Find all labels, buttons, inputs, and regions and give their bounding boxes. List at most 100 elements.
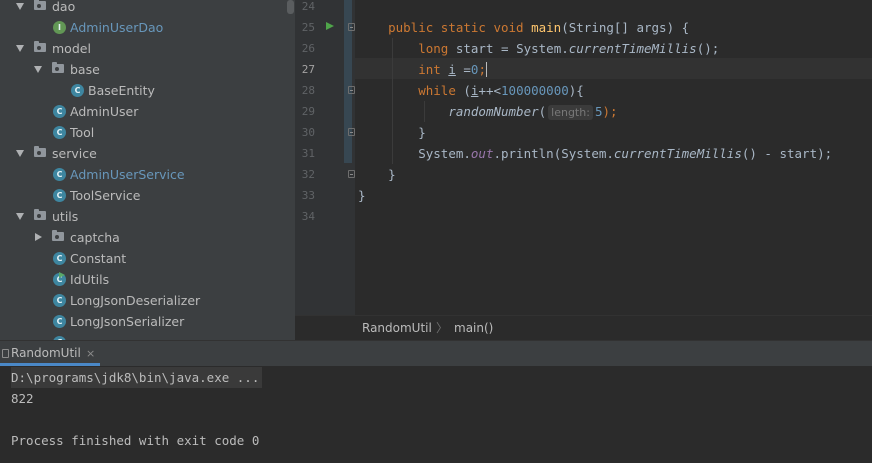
class-icon: C <box>53 126 66 139</box>
chevron-down-icon[interactable] <box>34 66 42 73</box>
console-output-line: 822 <box>11 391 34 406</box>
code-token: } <box>418 125 426 140</box>
code-line-25[interactable]: public static void main(String[] args) { <box>358 17 689 38</box>
tree-item-label: BaseEntity <box>88 83 155 98</box>
line-number: 29 <box>301 105 315 118</box>
tree-item-label: ToolService <box>70 188 141 203</box>
code-token: randomNumber <box>448 104 539 119</box>
breadcrumb-separator: 〉 <box>436 321 449 335</box>
fold-toggle-icon[interactable] <box>348 23 355 31</box>
console-exit-line: Process finished with exit code 0 <box>11 433 260 448</box>
code-token: ( <box>538 104 547 119</box>
scrollbar-thumb[interactable] <box>287 0 294 14</box>
tree-item-toolservice[interactable]: C ToolService <box>0 185 285 206</box>
tree-item-label: utils <box>52 209 79 224</box>
code-token: ; <box>478 62 486 77</box>
code-token: public static void <box>388 20 532 35</box>
code-token: .println(System. <box>493 146 614 161</box>
chevron-down-icon[interactable] <box>16 150 24 157</box>
folder-icon <box>34 209 46 220</box>
tree-item-label: Tool <box>70 125 95 140</box>
tree-item-label: AdminUser <box>70 104 139 119</box>
tree-item-label: dao <box>52 0 76 14</box>
code-line-31[interactable]: System.out.println(System.currentTimeMil… <box>358 143 832 164</box>
tree-item-adminuserservice[interactable]: C AdminUserService <box>0 164 285 185</box>
console-command-line[interactable]: D:\programs\jdk8\bin\java.exe ... <box>11 367 263 388</box>
code-token: 100000000 <box>501 83 569 98</box>
code-token: long <box>418 41 456 56</box>
line-number: 32 <box>301 168 315 181</box>
code-line-27[interactable]: int i =0; <box>358 59 487 80</box>
code-token: } <box>388 167 396 182</box>
line-number: 27 <box>301 63 315 76</box>
tree-item-label: AdminUserService <box>70 167 185 182</box>
fold-toggle-icon[interactable] <box>348 86 355 94</box>
code-token: (); <box>696 41 720 56</box>
tree-item-tool[interactable]: C Tool <box>0 122 285 143</box>
breadcrumb-method[interactable]: main() <box>454 316 493 340</box>
class-icon: C <box>53 189 66 202</box>
tree-item-longjsonserializer[interactable]: C LongJsonSerializer <box>0 311 285 332</box>
chevron-down-icon[interactable] <box>16 45 24 52</box>
chevron-right-icon[interactable] <box>35 233 42 241</box>
code-line-30[interactable]: } <box>358 122 426 143</box>
code-token: start = System. <box>455 41 569 56</box>
tree-item-baseentity[interactable]: C BaseEntity <box>0 80 285 101</box>
code-token: ++< <box>478 83 502 98</box>
fold-toggle-icon[interactable] <box>348 128 355 136</box>
breadcrumb-file[interactable]: RandomUtil <box>362 316 432 340</box>
tree-item-model[interactable]: model <box>0 38 285 59</box>
line-number: 31 <box>301 147 315 160</box>
run-tool-window-header: RandomUtil × <box>0 340 872 366</box>
class-icon: C <box>71 84 84 97</box>
folder-icon <box>52 62 64 73</box>
tree-item-utils[interactable]: utils <box>0 206 285 227</box>
folder-icon <box>34 0 46 10</box>
code-line-33[interactable]: } <box>358 185 366 206</box>
tree-item-idutils[interactable]: C IdUtils <box>0 269 285 290</box>
project-tree: dao I AdminUserDao model base C BaseEnti… <box>0 0 285 340</box>
line-number: 33 <box>301 189 315 202</box>
code-line-28[interactable]: while (i++<100000000){ <box>358 80 584 101</box>
tree-item-label: base <box>70 62 100 77</box>
code-token: = <box>455 62 471 77</box>
tree-item-label: captcha <box>70 230 120 245</box>
tree-item-captcha[interactable]: captcha <box>0 227 285 248</box>
code-line-26[interactable]: long start = System.currentTimeMillis(); <box>358 38 719 59</box>
tree-item-label: IdUtils <box>70 272 110 287</box>
tree-item-label: Constant <box>70 251 127 266</box>
parameter-hint: length: <box>548 105 593 120</box>
tree-item-adminuserdao[interactable]: I AdminUserDao <box>0 17 285 38</box>
tree-item-adminuser[interactable]: C AdminUser <box>0 101 285 122</box>
code-token: ){ <box>568 83 584 98</box>
folder-icon <box>52 230 64 241</box>
tree-item-label: model <box>52 41 91 56</box>
tree-scrollbar[interactable] <box>285 0 295 340</box>
chevron-down-icon[interactable] <box>16 3 24 10</box>
run-main-icon[interactable] <box>326 22 334 30</box>
tree-item-service[interactable]: service <box>0 143 285 164</box>
line-number: 24 <box>301 0 315 13</box>
tree-item-label: LongJsonDeserializer <box>70 293 201 308</box>
code-line-29[interactable]: randomNumber(length: 5); <box>358 101 618 122</box>
folder-icon <box>34 41 46 52</box>
code-line-32[interactable]: } <box>358 164 396 185</box>
tree-item-partial[interactable]: C <box>0 332 285 340</box>
code-token: } <box>358 188 366 203</box>
code-token: System. <box>418 146 471 161</box>
tree-item-constant[interactable]: C Constant <box>0 248 285 269</box>
run-badge-icon <box>59 272 65 278</box>
run-console[interactable]: D:\programs\jdk8\bin\java.exe ... 822 Pr… <box>0 366 872 463</box>
code-token: currentTimeMillis <box>568 41 697 56</box>
class-icon: C <box>53 105 66 118</box>
line-number: 34 <box>301 210 315 223</box>
tree-item-longjsondeserializer[interactable]: C LongJsonDeserializer <box>0 290 285 311</box>
line-number: 26 <box>301 42 315 55</box>
tree-item-dao[interactable]: dao <box>0 0 285 17</box>
fold-toggle-icon[interactable] <box>348 170 355 178</box>
code-token: ); <box>602 104 618 119</box>
tree-item-label: AdminUserDao <box>70 20 164 35</box>
tree-item-base[interactable]: base <box>0 59 285 80</box>
code-token: ( <box>463 83 471 98</box>
chevron-down-icon[interactable] <box>16 213 24 220</box>
